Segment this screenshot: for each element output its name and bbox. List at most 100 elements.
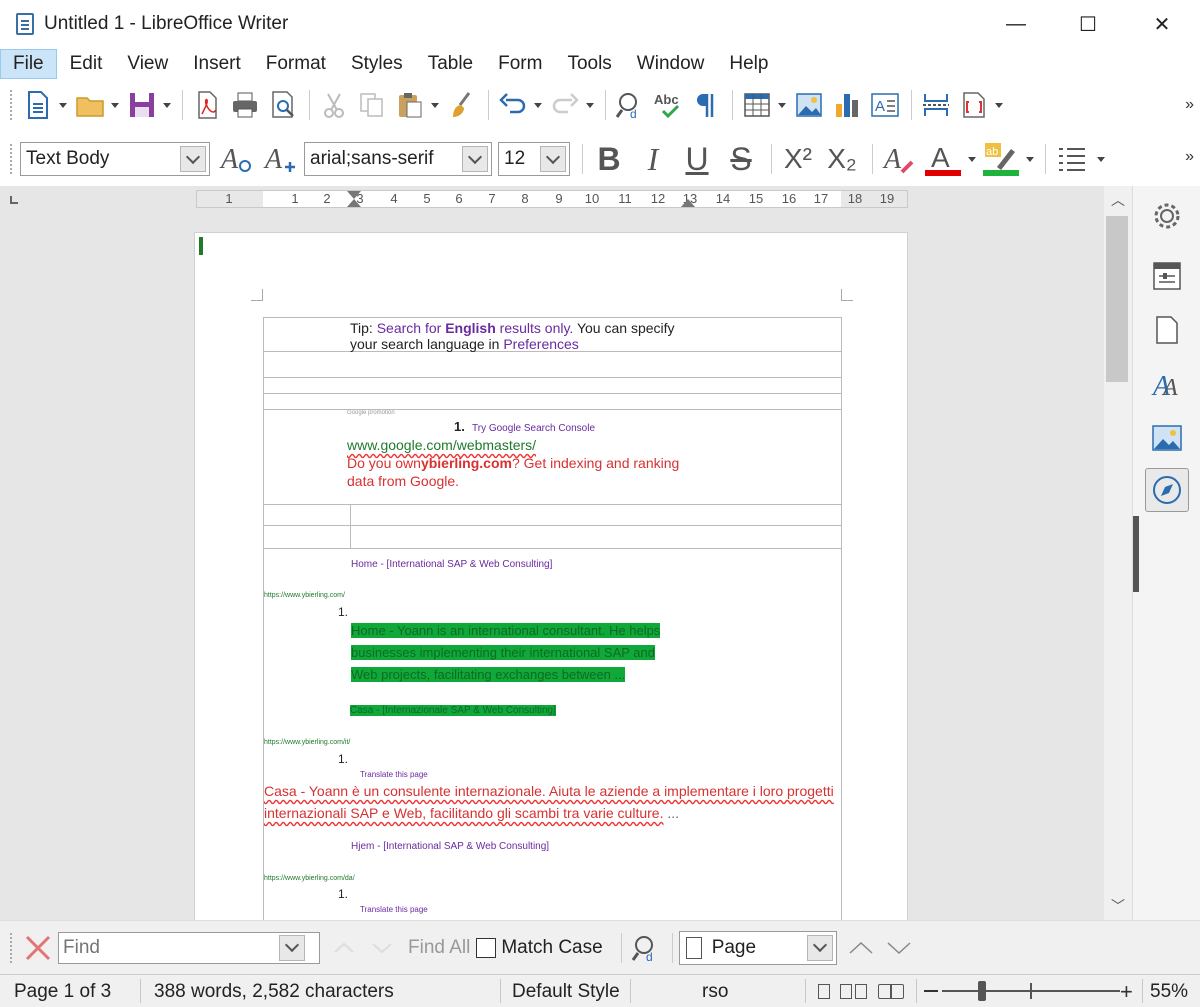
result-2-translate-link[interactable]: Translate this page: [360, 770, 428, 779]
scrollbar-thumb[interactable]: [1106, 216, 1128, 382]
match-case-checkbox[interactable]: [476, 937, 497, 958]
maximize-button[interactable]: ☐: [1060, 0, 1116, 48]
undo-icon[interactable]: [495, 87, 531, 123]
document-area[interactable]: 1 1 2 3 4 5 6 7 8 9 10 11 12 13 14 15 16…: [0, 186, 1104, 920]
cut-icon[interactable]: [316, 87, 352, 123]
multi-page-view-icon[interactable]: [840, 984, 868, 999]
chevron-down-icon[interactable]: [180, 146, 206, 172]
tip-english-link[interactable]: English: [445, 320, 496, 336]
menu-window[interactable]: Window: [625, 50, 717, 78]
single-page-view-icon[interactable]: [818, 984, 830, 999]
left-indent-marker[interactable]: [347, 199, 361, 207]
tip-search-link[interactable]: Search for: [377, 320, 442, 336]
font-name-value[interactable]: arial;sans-serif: [305, 148, 462, 170]
search-type-value[interactable]: Page: [702, 937, 807, 959]
result-3-translate-link[interactable]: Translate this page: [360, 905, 428, 914]
zoom-level[interactable]: 55%: [1150, 981, 1188, 1003]
insert-field-icon[interactable]: [956, 87, 992, 123]
zoom-slider-thumb[interactable]: [978, 981, 986, 1001]
open-dropdown[interactable]: [110, 87, 120, 123]
paragraph-style-value[interactable]: Text Body: [21, 148, 180, 170]
close-find-bar-icon[interactable]: [20, 930, 56, 966]
highlight-dropdown[interactable]: [1025, 141, 1035, 177]
minimize-button[interactable]: —: [988, 0, 1044, 48]
text-language[interactable]: rso: [702, 981, 728, 1003]
font-color-icon[interactable]: A: [923, 139, 963, 179]
clone-formatting-icon[interactable]: [444, 87, 480, 123]
find-replace-dialog-icon[interactable]: d: [628, 930, 664, 966]
promo-title-link[interactable]: Try Google Search Console: [472, 423, 595, 434]
toolbar-grip[interactable]: [10, 144, 14, 174]
font-color-dropdown[interactable]: [967, 141, 977, 177]
formatting-marks-icon[interactable]: [688, 87, 724, 123]
vertical-scrollbar[interactable]: ︿ ﹀: [1104, 186, 1132, 920]
more-tools-icon[interactable]: »: [1185, 96, 1194, 114]
first-line-indent-marker[interactable]: [347, 191, 361, 199]
list-dropdown[interactable]: [1096, 141, 1106, 177]
menu-tools[interactable]: Tools: [555, 50, 623, 78]
result-2-title-link[interactable]: Casa - [Internazionale SAP & Web Consult…: [350, 705, 556, 716]
clear-formatting-icon[interactable]: A: [879, 139, 919, 179]
superscript-button[interactable]: X²: [778, 139, 818, 179]
zoom-in-icon[interactable]: +: [1120, 979, 1133, 1005]
sidebar-navigator-icon[interactable]: [1145, 468, 1189, 512]
search-type-combo[interactable]: Page: [678, 930, 837, 965]
menu-format[interactable]: Format: [254, 50, 338, 78]
result-1-url[interactable]: https://www.ybierling.com/: [264, 592, 345, 599]
update-style-icon[interactable]: A: [216, 139, 256, 179]
menu-styles[interactable]: Styles: [339, 50, 415, 78]
find-previous-icon[interactable]: [326, 930, 362, 966]
redo-dropdown[interactable]: [585, 87, 595, 123]
copy-icon[interactable]: [354, 87, 390, 123]
new-document-icon[interactable]: [20, 87, 56, 123]
insert-chart-icon[interactable]: [829, 87, 865, 123]
open-folder-icon[interactable]: [72, 87, 108, 123]
paste-dropdown[interactable]: [430, 87, 440, 123]
paste-icon[interactable]: [392, 87, 428, 123]
toolbar-grip[interactable]: [10, 932, 14, 963]
menu-table[interactable]: Table: [416, 50, 485, 78]
find-next-icon[interactable]: [364, 930, 400, 966]
table-dropdown[interactable]: [777, 87, 787, 123]
sidebar-collapse-handle[interactable]: [1133, 516, 1139, 592]
save-icon[interactable]: [124, 87, 160, 123]
highlight-color-icon[interactable]: ab: [981, 139, 1021, 179]
insert-image-icon[interactable]: [791, 87, 827, 123]
sidebar-properties-icon[interactable]: [1145, 254, 1189, 298]
zoom-out-icon[interactable]: [924, 990, 938, 992]
menu-edit[interactable]: Edit: [58, 50, 115, 78]
menu-form[interactable]: Form: [486, 50, 554, 78]
chevron-down-icon[interactable]: [540, 146, 566, 172]
chevron-down-icon[interactable]: [806, 934, 833, 961]
italic-button[interactable]: I: [633, 139, 673, 179]
navigate-up-icon[interactable]: [843, 930, 879, 966]
spelling-icon[interactable]: Abc: [650, 87, 686, 123]
document-page[interactable]: Tip: Search for English results only. Yo…: [194, 232, 908, 920]
promo-url[interactable]: www.google.com/webmasters/: [347, 437, 536, 453]
tip-results-link[interactable]: results only.: [500, 320, 574, 336]
page-count[interactable]: Page 1 of 3: [14, 981, 111, 1003]
find-all-button[interactable]: Find All: [408, 937, 470, 959]
chevron-down-icon[interactable]: [279, 934, 305, 961]
menu-file[interactable]: File: [0, 49, 57, 79]
paragraph-style-combo[interactable]: Text Body: [20, 142, 210, 176]
font-name-combo[interactable]: arial;sans-serif: [304, 142, 492, 176]
strikethrough-button[interactable]: S: [721, 139, 761, 179]
font-size-combo[interactable]: 12: [498, 142, 570, 176]
insert-textbox-icon[interactable]: A: [867, 87, 903, 123]
tab-stop-icon[interactable]: [10, 196, 18, 204]
find-replace-icon[interactable]: d: [612, 87, 648, 123]
print-icon[interactable]: [227, 87, 263, 123]
save-dropdown[interactable]: [162, 87, 172, 123]
sidebar-gallery-icon[interactable]: [1145, 416, 1189, 460]
page-break-icon[interactable]: [918, 87, 954, 123]
find-input[interactable]: [59, 936, 279, 959]
page-style[interactable]: Default Style: [512, 981, 620, 1003]
close-button[interactable]: ✕: [1134, 0, 1190, 48]
word-count[interactable]: 388 words, 2,582 characters: [154, 981, 394, 1003]
toolbar-grip[interactable]: [10, 90, 14, 120]
undo-dropdown[interactable]: [533, 87, 543, 123]
insert-table-icon[interactable]: [739, 87, 775, 123]
font-size-value[interactable]: 12: [499, 148, 540, 170]
find-combo[interactable]: [58, 931, 320, 964]
